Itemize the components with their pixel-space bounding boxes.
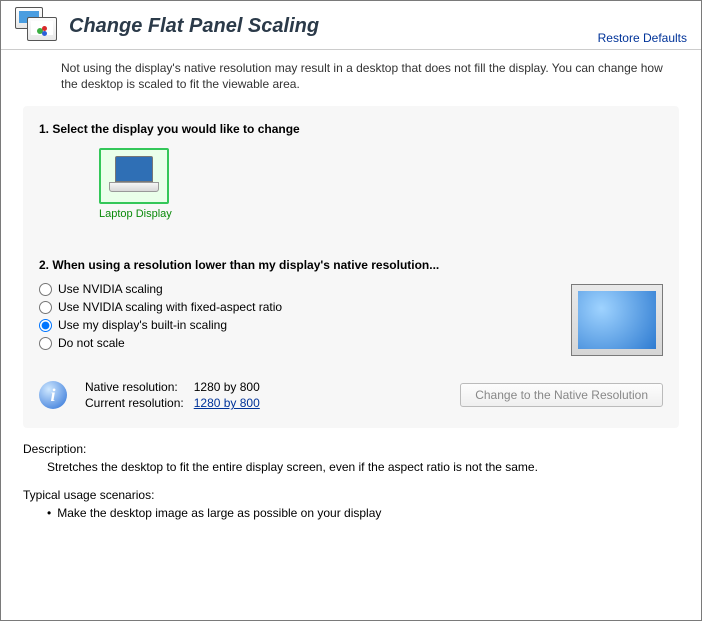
app-icon xyxy=(15,7,57,45)
restore-defaults-link[interactable]: Restore Defaults xyxy=(598,31,687,45)
step1-title: 1. Select the display you would like to … xyxy=(39,122,663,136)
display-item-laptop[interactable]: Laptop Display xyxy=(99,148,172,220)
intro-text: Not using the display's native resolutio… xyxy=(61,60,679,92)
scaling-option-2[interactable]: Use my display's built-in scaling xyxy=(39,318,541,332)
scaling-preview xyxy=(571,284,663,356)
scenario-item: Make the desktop image as large as possi… xyxy=(47,506,679,520)
scaling-option-0[interactable]: Use NVIDIA scaling xyxy=(39,282,541,296)
page-title: Change Flat Panel Scaling xyxy=(69,15,687,38)
scaling-option-label: Use NVIDIA scaling xyxy=(58,282,163,296)
page-header: Change Flat Panel Scaling Restore Defaul… xyxy=(1,1,701,50)
step2-title: 2. When using a resolution lower than my… xyxy=(39,258,541,272)
change-native-resolution-button: Change to the Native Resolution xyxy=(460,383,663,407)
scaling-radio-1[interactable] xyxy=(39,301,52,314)
info-icon: i xyxy=(39,381,67,409)
native-resolution-label: Native resolution: xyxy=(85,380,184,394)
scaling-option-label: Do not scale xyxy=(58,336,125,350)
scaling-option-1[interactable]: Use NVIDIA scaling with fixed-aspect rat… xyxy=(39,300,541,314)
scaling-option-3[interactable]: Do not scale xyxy=(39,336,541,350)
scaling-radio-3[interactable] xyxy=(39,337,52,350)
scenarios-title: Typical usage scenarios: xyxy=(23,488,679,502)
description-title: Description: xyxy=(23,442,679,456)
scaling-radio-0[interactable] xyxy=(39,283,52,296)
scaling-radio-group: Use NVIDIA scaling Use NVIDIA scaling wit… xyxy=(39,282,541,350)
display-label: Laptop Display xyxy=(99,208,172,220)
current-resolution-label: Current resolution: xyxy=(85,396,184,410)
laptop-display-icon xyxy=(99,148,169,204)
scaling-option-label: Use my display's built-in scaling xyxy=(58,318,227,332)
current-resolution-link[interactable]: 1280 by 800 xyxy=(194,396,260,410)
settings-panel: 1. Select the display you would like to … xyxy=(23,106,679,428)
native-resolution-value: 1280 by 800 xyxy=(194,380,260,394)
scaling-option-label: Use NVIDIA scaling with fixed-aspect rat… xyxy=(58,300,282,314)
scaling-radio-2[interactable] xyxy=(39,319,52,332)
description-body: Stretches the desktop to fit the entire … xyxy=(47,460,679,474)
